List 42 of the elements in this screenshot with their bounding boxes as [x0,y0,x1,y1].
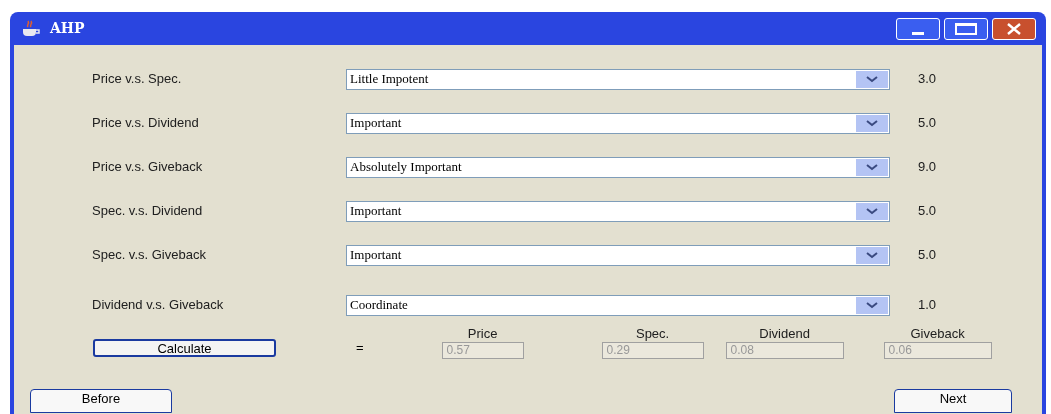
weight-value: 5.0 [918,114,937,133]
result-heading: Dividend [759,325,810,342]
chevron-down-icon [856,246,888,264]
comparison-label: Price v.s. Spec. [92,70,183,89]
before-button[interactable]: Before [30,389,172,413]
weight-value: 5.0 [918,202,937,221]
result-field: 0.08 [725,342,844,359]
comparison-label: Price v.s. Giveback [92,158,204,177]
dropdown[interactable]: Little Impotent [346,68,890,90]
comparison-label: Spec. v.s. Dividend [92,202,204,221]
comparison-label: Price v.s. Dividend [92,114,200,133]
chevron-down-icon [856,114,888,132]
result-field: 0.57 [441,342,524,359]
result-field: 0.29 [601,342,704,359]
window-title: AHP [50,19,85,38]
minimize-button[interactable] [896,17,940,40]
calculate-button[interactable]: Calculate [93,339,276,357]
cup-icon [20,19,42,38]
dropdown[interactable]: Important [346,112,890,134]
next-button[interactable]: Next [894,389,1012,413]
chevron-down-icon [856,70,888,88]
close-icon [1005,21,1023,36]
dropdown[interactable]: Important [346,244,890,266]
maximize-button[interactable] [944,17,988,40]
weight-value: 5.0 [918,246,937,265]
dropdown[interactable]: Coordinate [346,294,890,316]
result-heading: Giveback [910,325,965,342]
comparison-label: Spec. v.s. Giveback [92,246,207,265]
weight-value: 3.0 [918,70,937,89]
result-heading: Price [467,325,498,342]
close-button[interactable] [992,17,1036,40]
chevron-down-icon [856,202,888,220]
equals-sign: = [356,338,364,357]
dropdown[interactable]: Important [346,200,890,222]
dropdown[interactable]: Absolutely Important [346,156,890,178]
result-heading: Spec. [635,325,670,342]
comparison-label: Dividend v.s. Giveback [92,296,225,315]
result-field: 0.06 [883,342,992,359]
chevron-down-icon [856,296,888,314]
weight-value: 9.0 [918,158,937,177]
weight-value: 1.0 [918,296,937,315]
chevron-down-icon [856,158,888,176]
